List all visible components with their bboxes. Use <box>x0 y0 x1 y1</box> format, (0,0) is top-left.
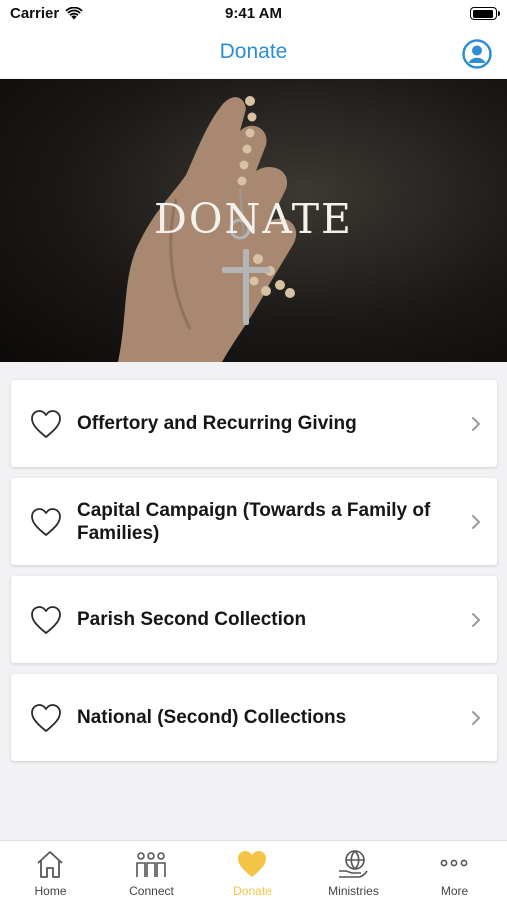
donation-item-label: National (Second) Collections <box>77 707 347 728</box>
heart-outline-icon <box>31 410 61 438</box>
donation-item-label: Capital Campaign (Towards a Family of Fa… <box>77 499 431 544</box>
hero-title: DONATE <box>153 195 353 243</box>
tab-ministries[interactable]: Ministries <box>303 841 404 900</box>
navigation-bar: Donate <box>0 28 507 78</box>
tab-label: Ministries <box>328 884 379 898</box>
donation-item-capital-campaign[interactable]: Capital Campaign (Towards a Family of Fa… <box>11 478 497 565</box>
profile-icon[interactable] <box>462 39 492 69</box>
donation-item-label: Parish Second Collection <box>77 609 307 630</box>
heart-outline-icon <box>31 508 61 536</box>
tab-label: Connect <box>129 884 174 898</box>
people-icon <box>136 852 166 877</box>
tab-donate[interactable]: Donate <box>202 841 303 900</box>
more-icon <box>440 859 468 867</box>
hero-banner: DONATE <box>0 79 507 362</box>
tab-bar: Home Connect Donate Ministries More <box>0 840 507 900</box>
tab-label: More <box>440 884 469 898</box>
globe-hand-icon <box>339 850 368 878</box>
donation-item-label: Offertory and Recurring Giving <box>77 413 357 434</box>
battery-icon <box>470 7 500 20</box>
status-time: 9:41 AM <box>225 5 282 22</box>
tab-label: Donate <box>233 884 272 898</box>
chevron-right-icon <box>472 515 480 529</box>
donation-item-parish-second-collection[interactable]: Parish Second Collection <box>11 576 497 663</box>
tab-label: Home <box>34 884 67 898</box>
page-title: Donate <box>219 40 288 63</box>
tab-connect[interactable]: Connect <box>101 841 202 900</box>
heart-outline-icon <box>31 606 61 634</box>
heart-icon <box>238 851 266 877</box>
tab-home[interactable]: Home <box>0 841 101 900</box>
house-icon <box>37 851 63 878</box>
heart-outline-icon <box>31 704 61 732</box>
chevron-right-icon <box>472 613 480 627</box>
chevron-right-icon <box>472 417 480 431</box>
tab-more[interactable]: More <box>404 841 505 900</box>
chevron-right-icon <box>472 711 480 725</box>
status-bar: Carrier 9:41 AM <box>0 0 507 28</box>
donation-item-offertory[interactable]: Offertory and Recurring Giving <box>11 380 497 467</box>
donation-item-national-collections[interactable]: National (Second) Collections <box>11 674 497 761</box>
